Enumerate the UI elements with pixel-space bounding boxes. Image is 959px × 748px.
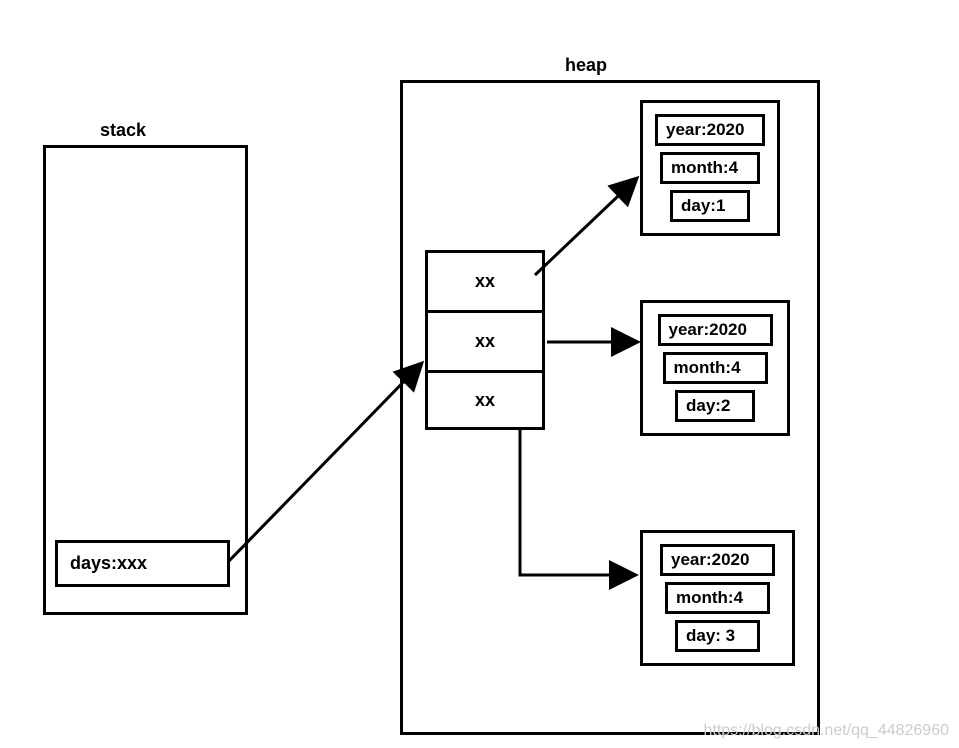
- heap-object-3: year:2020 month:4 day: 3: [640, 530, 795, 666]
- obj1-year: year:2020: [655, 114, 765, 146]
- obj2-month: month:4: [663, 352, 768, 384]
- obj1-day: day:1: [670, 190, 750, 222]
- stack-label: stack: [100, 120, 146, 141]
- heap-label: heap: [565, 55, 607, 76]
- watermark: https://blog.csdn.net/qq_44826960: [703, 722, 949, 740]
- obj1-month: month:4: [660, 152, 760, 184]
- obj2-year: year:2020: [658, 314, 773, 346]
- array-container: xx xx xx: [425, 250, 545, 430]
- heap-object-2: year:2020 month:4 day:2: [640, 300, 790, 436]
- obj2-day: day:2: [675, 390, 755, 422]
- array-cell-2: xx: [425, 370, 545, 430]
- obj3-year: year:2020: [660, 544, 775, 576]
- stack-variable-days: days:xxx: [55, 540, 230, 587]
- array-cell-0: xx: [425, 250, 545, 310]
- obj3-day: day: 3: [675, 620, 760, 652]
- array-cell-1: xx: [425, 310, 545, 370]
- obj3-month: month:4: [665, 582, 770, 614]
- heap-object-1: year:2020 month:4 day:1: [640, 100, 780, 236]
